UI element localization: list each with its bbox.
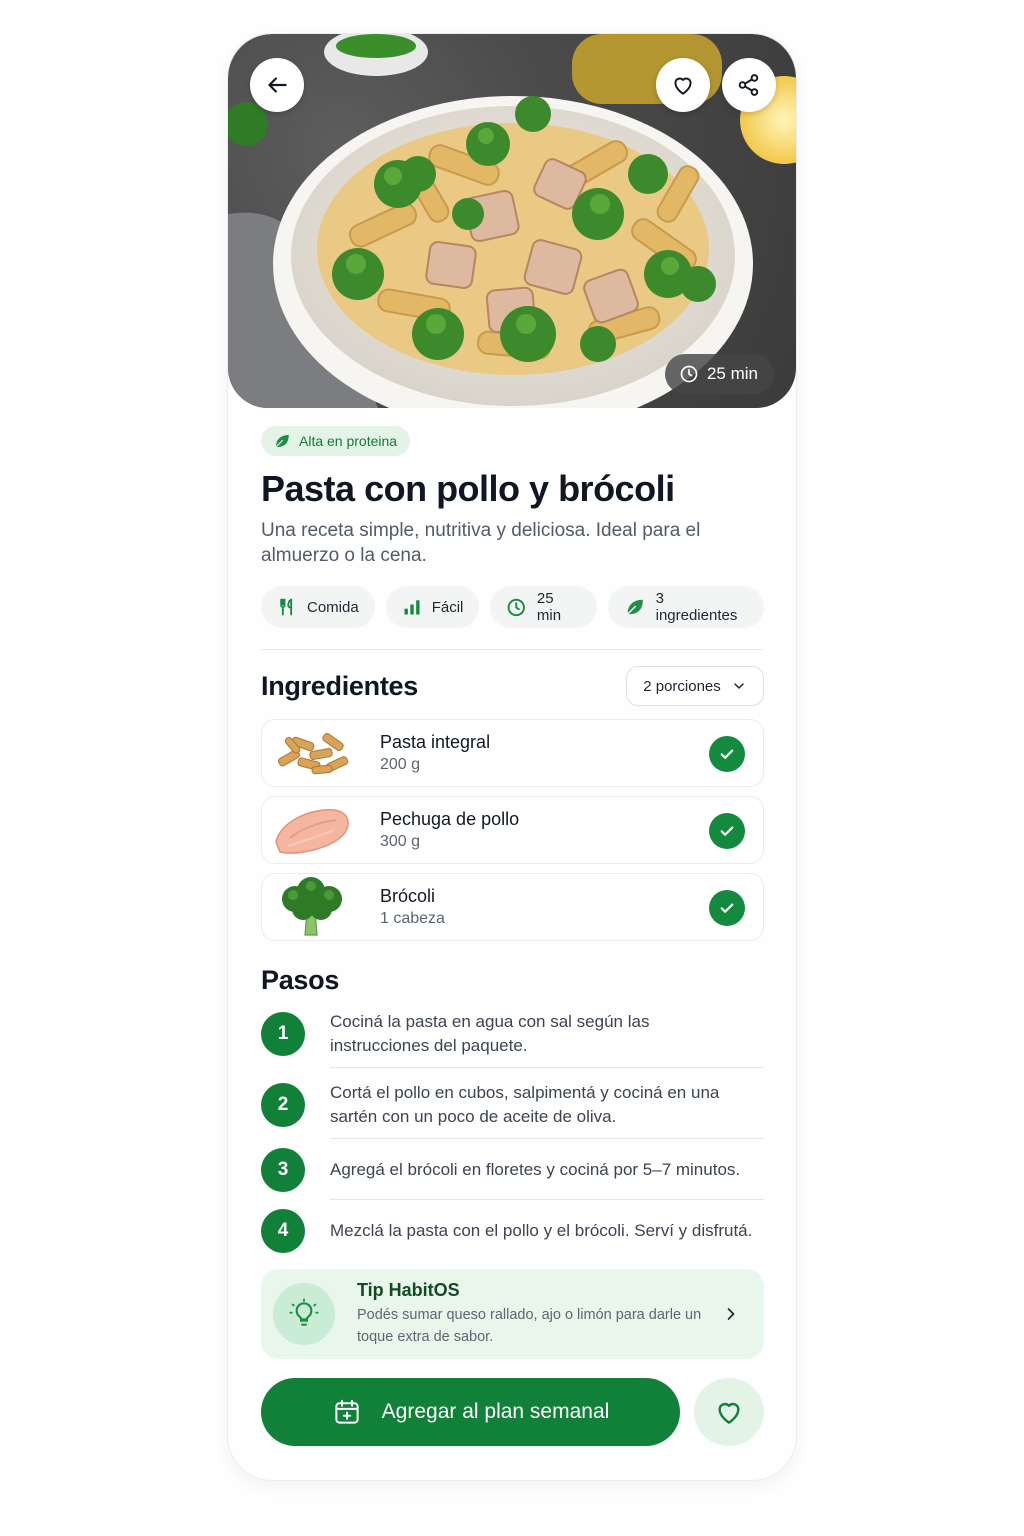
ingredient-quantity: 300 g <box>380 833 421 850</box>
recipe-tag: Alta en proteina <box>261 426 411 456</box>
step-item: 2 Cortá el pollo en cubos, salpimentá y … <box>261 1068 764 1139</box>
time-badge: 25 min <box>664 354 774 394</box>
step-text: Cortá el pollo en cubos, salpimentá y co… <box>330 1083 720 1126</box>
step-number: 2 <box>261 1083 305 1127</box>
calendar-add-icon <box>335 1399 359 1424</box>
section-divider <box>261 649 764 650</box>
ingredient-row[interactable]: Pasta integral 200 g <box>261 719 764 787</box>
ingredient-row[interactable]: Pechuga de pollo 300 g <box>261 796 764 864</box>
ingredient-name: Pechuga de pollo <box>380 809 520 829</box>
clock-icon <box>680 365 698 383</box>
bar-chart-icon <box>404 600 420 615</box>
ingredient-row[interactable]: Brócoli 1 cabeza <box>261 873 764 941</box>
ingredient-check-button[interactable] <box>709 813 745 849</box>
step-text: Mezclá la pasta con el pollo y el brócol… <box>330 1221 753 1240</box>
step-text: Cociná la pasta en agua con sal según la… <box>330 1012 650 1055</box>
time-badge-label: 25 min <box>706 364 758 383</box>
pasta-bowl-illustration <box>228 34 796 408</box>
utensils-icon <box>280 598 293 616</box>
leaf-icon <box>275 435 289 448</box>
check-icon <box>720 826 734 836</box>
step-item: 3 Agregá el brócoli en floretes y cociná… <box>261 1139 764 1200</box>
recipe-content: Alta en proteina Pasta con pollo y bróco… <box>261 426 764 1262</box>
tip-icon-badge <box>273 1283 335 1345</box>
chevron-down-icon <box>734 683 744 689</box>
chip-time-label: 25 min <box>536 590 562 624</box>
broccoli-image <box>262 874 362 940</box>
chip-ingredients-count: 3 ingredientes <box>608 586 764 628</box>
chip-meal-type-label: Comida <box>307 598 359 616</box>
pasta-image <box>262 720 362 786</box>
chevron-right-icon <box>727 1308 735 1320</box>
servings-select-value: 2 porciones <box>643 677 721 695</box>
step-number: 1 <box>261 1012 305 1056</box>
favorite-button[interactable] <box>656 58 710 112</box>
chip-difficulty: Fácil <box>385 586 480 628</box>
recipe-hero-image: 25 min <box>228 34 796 408</box>
tip-card[interactable]: Tip HabitOS Podés sumar queso rallado, a… <box>261 1269 764 1359</box>
ingredients-header: Ingredientes 2 porciones <box>261 666 764 706</box>
recipe-meta-chips: Comida Fácil 25 min 3 ingredientes <box>261 586 764 628</box>
step-item: 4 Mezclá la pasta con el pollo y el bróc… <box>261 1200 764 1262</box>
add-to-weekly-plan-label: Agregar al plan semanal <box>381 1400 610 1423</box>
add-to-weekly-plan-button[interactable]: Agregar al plan semanal <box>261 1378 680 1446</box>
check-icon <box>720 749 734 759</box>
step-number: 4 <box>261 1209 305 1253</box>
steps-heading: Pasos <box>261 965 340 995</box>
steps-list: 1 Cociná la pasta en agua con sal según … <box>261 1010 764 1262</box>
servings-select[interactable]: 2 porciones <box>626 666 764 706</box>
leaf-icon <box>627 599 643 615</box>
share-icon <box>738 74 759 96</box>
tip-text: Podés sumar queso rallado, ajo o limón p… <box>357 1307 702 1345</box>
check-icon <box>720 903 734 913</box>
share-button[interactable] <box>722 58 776 112</box>
ingredient-quantity: 1 cabeza <box>380 910 445 927</box>
chicken-breast-image <box>262 797 362 863</box>
step-text: Agregá el brócoli en floretes y cociná p… <box>330 1159 741 1179</box>
ingredient-name: Pasta integral <box>380 732 491 752</box>
chip-difficulty-label: Fácil <box>431 598 464 616</box>
save-favorite-button[interactable] <box>694 1378 764 1446</box>
ingredient-name: Brócoli <box>380 886 436 906</box>
clock-icon <box>507 598 526 616</box>
chip-ingredients-count-label: 3 ingredientes <box>655 590 738 624</box>
recipe-title: Pasta con pollo y brócoli <box>261 468 675 509</box>
chip-time: 25 min <box>490 586 598 628</box>
chip-meal-type: Comida <box>261 586 375 628</box>
ingredient-quantity: 200 g <box>380 756 421 773</box>
back-button[interactable] <box>250 58 304 112</box>
arrow-left-icon <box>268 77 287 93</box>
heart-icon <box>718 1402 740 1424</box>
step-number: 3 <box>261 1147 305 1192</box>
tip-title: Tip HabitOS <box>357 1280 460 1300</box>
recipe-tag-label: Alta en proteina <box>299 433 398 449</box>
ingredient-check-button[interactable] <box>709 736 745 772</box>
recipe-description: Una receta simple, nutritiva y deliciosa… <box>261 520 701 566</box>
ingredient-check-button[interactable] <box>709 890 745 926</box>
step-item: 1 Cociná la pasta en agua con sal según … <box>261 1010 764 1068</box>
ingredients-heading: Ingredientes <box>261 670 418 701</box>
heart-icon <box>674 77 692 95</box>
lightbulb-icon <box>289 1298 319 1326</box>
phone-screen: 25 min Alta en proteina Pasta con pollo … <box>228 34 796 1480</box>
ingredients-list: Pasta integral 200 g Pechuga de pollo 30… <box>261 719 764 941</box>
